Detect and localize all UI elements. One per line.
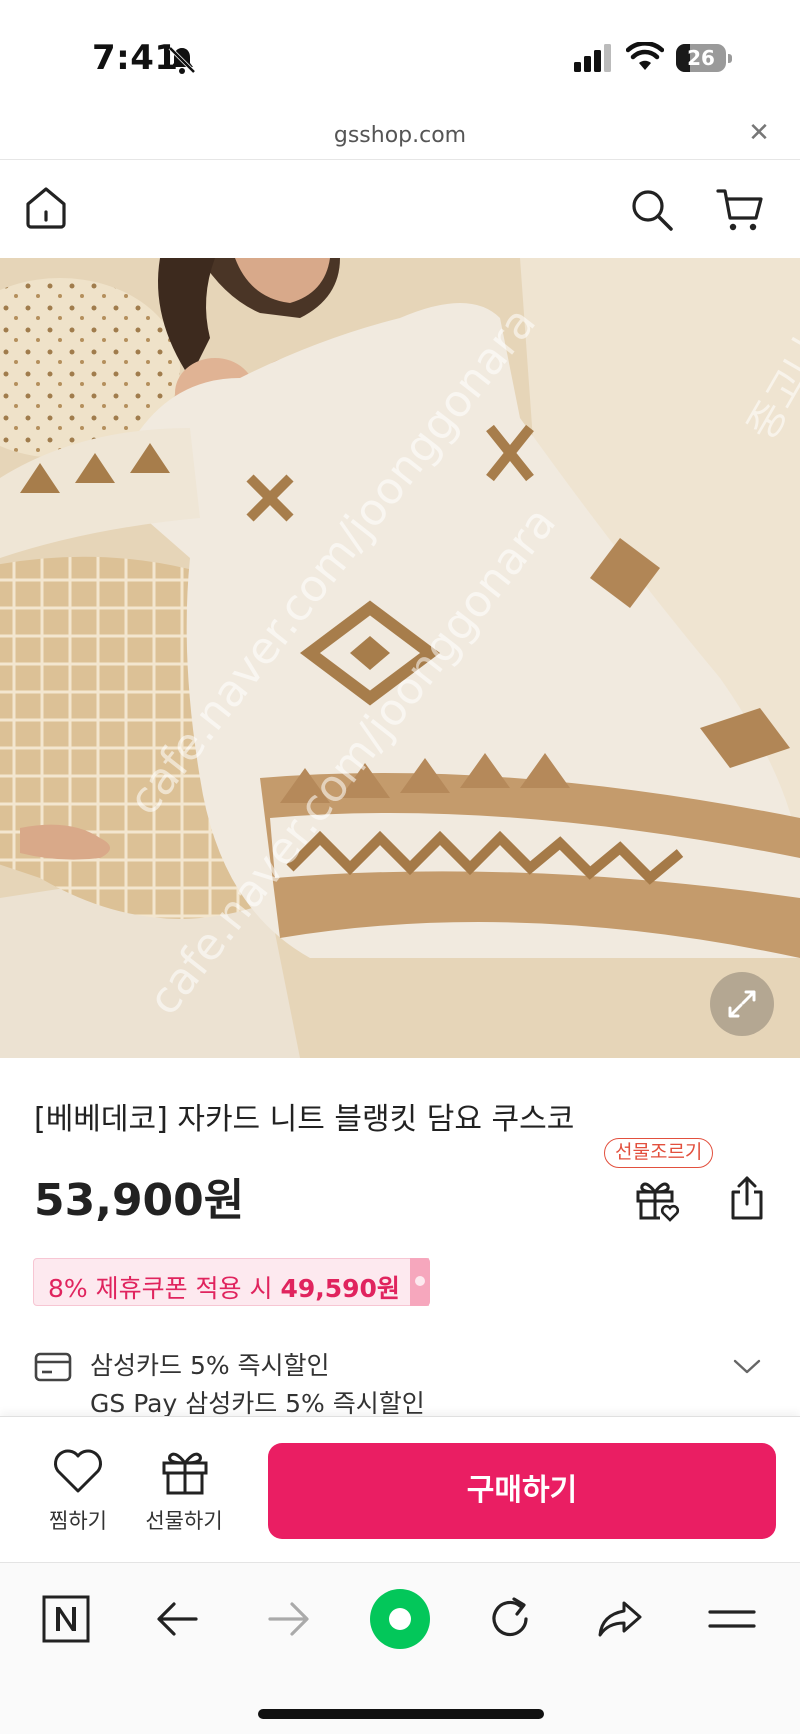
home-icon[interactable] xyxy=(24,184,68,230)
share-icon[interactable] xyxy=(726,1174,768,1222)
product-image[interactable]: cafe.naver.com/joonggonara cafe.naver.co… xyxy=(0,258,800,1058)
product-title: [베베데코] 자카드 니트 블랭킷 담요 쿠스코 xyxy=(34,1102,575,1137)
menu-icon[interactable] xyxy=(706,1593,758,1645)
search-icon[interactable] xyxy=(630,188,674,232)
product-photo: cafe.naver.com/joonggonara cafe.naver.co… xyxy=(0,258,800,1058)
bell-off-icon xyxy=(168,46,196,74)
back-arrow-icon[interactable] xyxy=(152,1593,204,1645)
status-bar: 7:41 26 xyxy=(0,0,800,110)
expand-icon xyxy=(728,990,756,1018)
close-icon[interactable]: ✕ xyxy=(746,120,772,146)
buy-button[interactable]: 구매하기 xyxy=(268,1443,776,1539)
card-discount-1: 삼성카드 5% 즉시할인 xyxy=(90,1351,330,1380)
product-price: 53,900원 xyxy=(34,1175,245,1226)
battery-level: 26 xyxy=(687,46,715,70)
card-discount-row[interactable]: 삼성카드 5% 즉시할인 GS Pay 삼성카드 5% 즉시할인 xyxy=(0,1340,800,1420)
wish-label: 찜하기 xyxy=(49,1509,107,1533)
gift-request-badge[interactable]: 선물조르기 xyxy=(604,1138,714,1168)
wifi-icon xyxy=(626,42,664,70)
gift-label: 선물하기 xyxy=(145,1509,223,1533)
coupon-price: 49,590원 xyxy=(280,1274,400,1303)
cart-icon[interactable] xyxy=(716,188,764,232)
coupon-prefix: 8% 제휴쿠폰 적용 시 xyxy=(48,1274,281,1303)
coupon-notch xyxy=(410,1258,430,1306)
forward-arrow-icon[interactable] xyxy=(262,1593,314,1645)
share-forward-icon[interactable] xyxy=(594,1593,646,1645)
card-discount-2: GS Pay 삼성카드 5% 즉시할인 xyxy=(90,1389,425,1418)
card-icon xyxy=(34,1352,72,1382)
signal-icon xyxy=(574,44,611,72)
url-domain: gsshop.com xyxy=(333,123,467,148)
naver-n-icon[interactable] xyxy=(40,1593,92,1645)
top-nav xyxy=(0,162,800,258)
url-bar[interactable]: gsshop.com ✕ xyxy=(0,110,800,160)
expand-button[interactable] xyxy=(710,972,774,1036)
heart-icon xyxy=(54,1449,102,1493)
coupon-tag[interactable]: 8% 제휴쿠폰 적용 시 49,590원 xyxy=(33,1258,429,1306)
battery-icon: 26 xyxy=(676,44,732,72)
wish-button[interactable]: 찜하기 xyxy=(36,1447,120,1537)
naver-home-icon[interactable] xyxy=(368,1587,432,1651)
home-indicator xyxy=(258,1709,544,1719)
reload-icon[interactable] xyxy=(484,1593,536,1645)
gift-button[interactable]: 선물하기 xyxy=(136,1447,232,1537)
gift-icon xyxy=(162,1452,208,1495)
purchase-action-bar: 찜하기 선물하기 구매하기 xyxy=(0,1416,800,1562)
coupon-text: 8% 제휴쿠폰 적용 시 49,590원 xyxy=(48,1269,400,1305)
gift-icon[interactable] xyxy=(632,1174,680,1222)
chevron-down-icon[interactable] xyxy=(732,1354,762,1378)
